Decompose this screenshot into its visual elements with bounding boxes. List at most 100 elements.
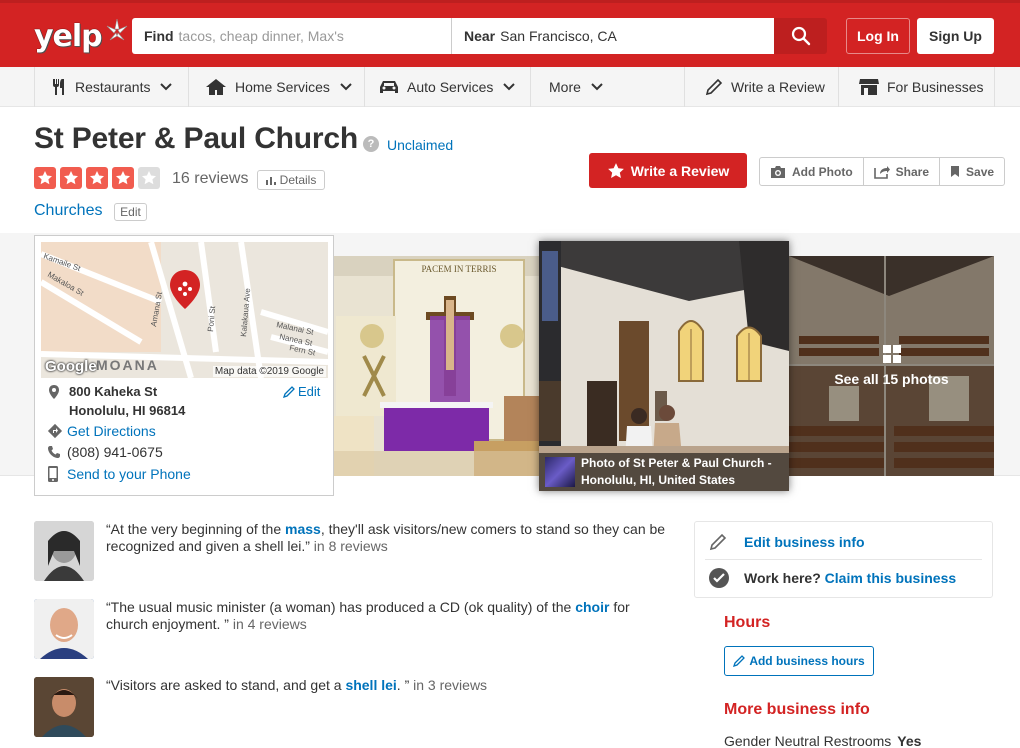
see-all-photos[interactable]: See all 15 photos (789, 256, 994, 476)
tip-count: in 8 reviews (309, 538, 388, 554)
tip-text: “Visitors are asked to stand, and get a … (106, 677, 666, 694)
claim-business-link[interactable]: Claim this business (825, 570, 956, 586)
fork-knife-icon (53, 79, 64, 95)
chevron-down-icon (340, 83, 352, 91)
business-name: St Peter & Paul Church (34, 122, 359, 155)
gender-neutral-row: Gender Neutral Restrooms Yes (724, 733, 921, 748)
star-icon (60, 167, 82, 189)
user-photo (34, 521, 94, 581)
nav-write-review[interactable]: Write a Review (684, 67, 838, 107)
tip-keyword[interactable]: mass (285, 521, 321, 537)
edit-address-button[interactable]: Edit (283, 384, 320, 399)
star-icon (607, 162, 624, 178)
user-thumbnail (545, 457, 575, 487)
edit-category-button[interactable]: Edit (114, 203, 147, 221)
map-card: Kamaile St Makaloa St Amana St Poni St K… (34, 235, 334, 496)
edit-business-link[interactable]: Edit business info (744, 534, 865, 550)
tip-quote: . ” (396, 677, 410, 693)
star-icon (34, 167, 56, 189)
signup-button[interactable]: Sign Up (917, 18, 994, 54)
chevron-down-icon (503, 83, 516, 91)
find-label: Find (144, 28, 174, 44)
top-header: yelp Find tacos, cheap dinner, Max's Nea… (0, 0, 1020, 67)
edit-label: Edit (298, 384, 321, 399)
add-hours-button[interactable]: Add business hours (724, 646, 874, 676)
nav-more[interactable]: More (530, 67, 684, 107)
help-icon[interactable]: ? (363, 136, 379, 152)
nav-label: Restaurants (75, 79, 151, 95)
share-button[interactable]: Share (864, 158, 941, 185)
search-icon (791, 26, 810, 46)
nav-auto-services[interactable]: Auto Services (364, 67, 530, 107)
tip-quote: “At the very beginning of the (106, 521, 285, 537)
map-pin-icon (49, 385, 59, 399)
car-icon (380, 81, 398, 93)
bookmark-icon (951, 166, 960, 177)
save-button[interactable]: Save (940, 158, 1004, 185)
save-label: Save (966, 164, 995, 179)
star-icon (86, 167, 108, 189)
pencil-icon (283, 385, 295, 398)
camera-icon (771, 165, 785, 178)
write-review-button[interactable]: Write a Review (589, 153, 747, 188)
chevron-down-icon (591, 83, 603, 91)
share-icon (873, 165, 890, 179)
svg-text:PACEM IN TERRIS: PACEM IN TERRIS (421, 264, 496, 274)
mobile-phone-icon (48, 466, 58, 482)
add-photo-button[interactable]: Add Photo (760, 158, 864, 185)
near-label: Near (464, 28, 496, 44)
tip-keyword[interactable]: shell lei (345, 677, 396, 693)
caption-line: Honolulu, HI, United States (581, 473, 736, 487)
attribute-value: Yes (897, 733, 922, 748)
tip-keyword[interactable]: choir (575, 599, 609, 615)
details-button[interactable]: Details (257, 170, 325, 190)
send-to-phone-link[interactable]: Send to your Phone (67, 466, 191, 482)
address-line1: 800 Kaheka St (69, 384, 158, 399)
unclaimed-link[interactable]: Unclaimed (387, 137, 453, 153)
details-label: Details (279, 173, 317, 187)
photo-altar[interactable]: PACEM IN TERRIS (334, 256, 539, 476)
chevron-down-icon (160, 83, 173, 91)
nav-label: More (549, 79, 581, 95)
nav-label: Home Services (235, 79, 330, 95)
nav-restaurants[interactable]: Restaurants (34, 67, 184, 107)
category-link[interactable]: Churches (34, 202, 102, 220)
tip-text: “The usual music minister (a woman) has … (106, 599, 666, 633)
see-all-label: See all 15 photos (834, 371, 949, 387)
tip-quote: “The usual music minister (a woman) has … (106, 599, 576, 615)
bar-chart-icon (265, 176, 276, 185)
work-here-text: Work here? Claim this business (744, 570, 956, 586)
yelp-burst-icon (106, 18, 127, 41)
share-label: Share (895, 164, 930, 179)
map[interactable]: Kamaile St Makaloa St Amana St Poni St K… (41, 242, 328, 378)
business-info-box: Edit business info Work here? Claim this… (694, 521, 993, 598)
nav-for-businesses[interactable]: For Businesses (838, 67, 995, 107)
photo-featured[interactable]: Photo of St Peter & Paul Church - Honolu… (539, 241, 789, 491)
nav-label: For Businesses (887, 79, 984, 95)
svg-text:MOANA: MOANA (96, 357, 159, 373)
star-icon (112, 167, 134, 189)
find-field[interactable]: Find tacos, cheap dinner, Max's (132, 18, 452, 54)
add-hours-label: Add business hours (749, 654, 865, 668)
tip-avatar[interactable] (34, 521, 94, 581)
tip-avatar[interactable] (34, 599, 94, 659)
hours-heading: Hours (724, 614, 771, 631)
edit-business-row[interactable]: Edit business info (695, 524, 992, 560)
star-empty-icon (138, 167, 160, 189)
get-directions-link[interactable]: Get Directions (67, 423, 156, 439)
yelp-logo[interactable]: yelp (34, 15, 130, 57)
house-icon (206, 79, 226, 95)
more-info-heading: More business info (724, 701, 870, 718)
claim-business-row: Work here? Claim this business (695, 560, 992, 596)
nav-label: Write a Review (731, 79, 825, 95)
near-field[interactable]: Near San Francisco, CA (452, 18, 774, 54)
search-button[interactable] (774, 18, 827, 54)
user-photo (34, 599, 94, 659)
review-count: 16 reviews (172, 170, 249, 187)
near-value: San Francisco, CA (500, 28, 617, 44)
tip-avatar[interactable] (34, 677, 94, 737)
search-bar: Find tacos, cheap dinner, Max's Near San… (132, 18, 774, 54)
nav-home-services[interactable]: Home Services (188, 67, 364, 107)
login-button[interactable]: Log In (846, 18, 910, 54)
pencil-icon (705, 78, 723, 96)
